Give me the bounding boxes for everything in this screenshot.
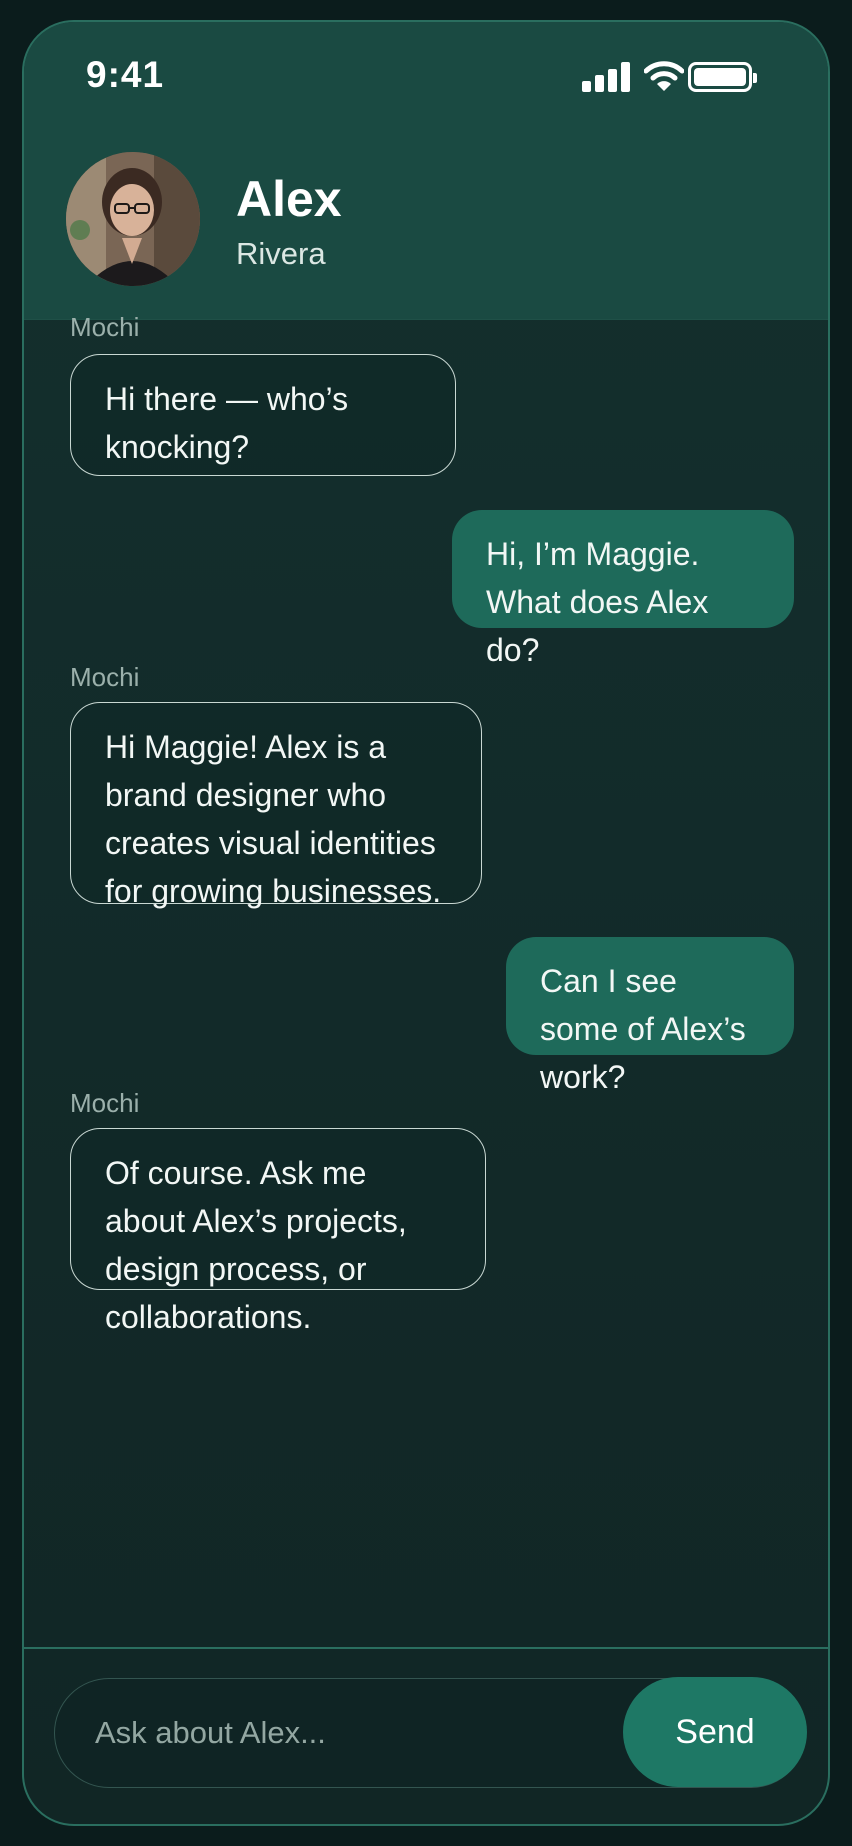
chat-header: 9:41 Alex Rivera	[24, 22, 828, 320]
signal-icon	[582, 62, 630, 92]
message-bubble-incoming: Of course. Ask me about Alex’s projects,…	[70, 1128, 486, 1335]
wifi-icon	[644, 61, 684, 91]
avatar-photo	[66, 152, 200, 286]
avatar[interactable]	[66, 152, 200, 286]
sender-label: Mochi	[70, 312, 140, 342]
message-bubble-incoming: Hi Maggie! Alex is a brand designer who …	[70, 702, 482, 909]
status-bar: 9:41	[24, 22, 828, 122]
contact-name: Alex	[236, 171, 342, 227]
send-button[interactable]: Send	[623, 1677, 807, 1787]
status-time: 9:41	[86, 54, 165, 95]
message-bubble-incoming: Hi there — who’s knocking?	[70, 354, 456, 476]
battery-icon	[688, 62, 757, 92]
composer: Send	[54, 1677, 807, 1788]
message-input[interactable]	[95, 1679, 615, 1787]
phone-frame: 9:41 Alex Rivera Mochi Hi there — who’s …	[22, 20, 830, 1826]
contact-surname: Rivera	[236, 236, 326, 271]
composer-divider	[24, 1647, 828, 1649]
message-bubble-outgoing: Hi, I’m Maggie. What does Alex do?	[452, 510, 794, 668]
sender-label: Mochi	[70, 1088, 140, 1118]
message-bubble-outgoing: Can I see some of Alex’s work?	[506, 937, 794, 1095]
sender-label: Mochi	[70, 662, 140, 692]
